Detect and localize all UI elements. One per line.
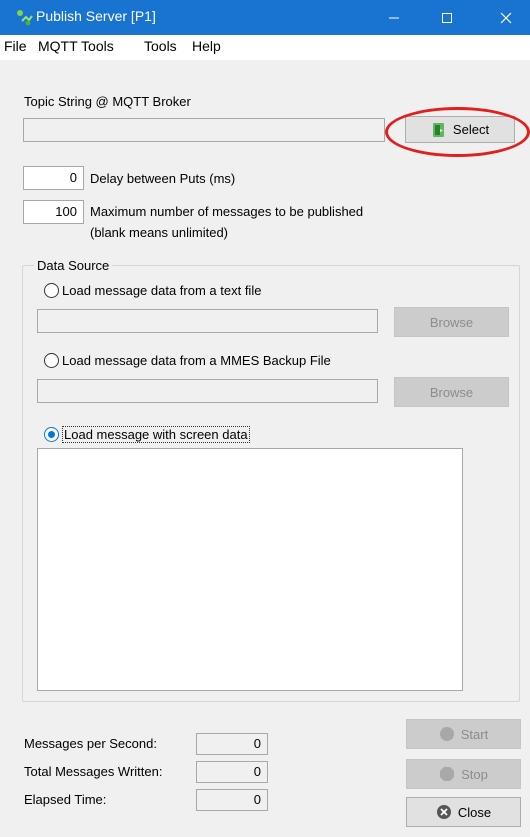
data-source-legend: Data Source (34, 258, 113, 273)
browse-text-file-button[interactable]: Browse (394, 307, 509, 337)
messages-per-second-label: Messages per Second: (24, 736, 157, 751)
minimize-button[interactable] (370, 0, 418, 35)
maximize-icon (442, 12, 452, 23)
elapsed-time-label: Elapsed Time: (24, 792, 107, 807)
stop-icon (440, 767, 455, 781)
window-title: Publish Server [P1] (36, 8, 156, 24)
menu-help[interactable]: Help (192, 38, 221, 54)
highlight-annotation (385, 107, 530, 157)
close-button-label: Close (457, 804, 492, 820)
elapsed-time-value: 0 (196, 789, 268, 811)
text-file-path-input[interactable] (37, 309, 378, 333)
backup-file-path-input[interactable] (37, 379, 378, 403)
menu-mqtt-tools[interactable]: MQTT Tools (38, 38, 114, 54)
radio-text-file[interactable] (44, 283, 59, 298)
stop-button[interactable]: Stop (406, 759, 521, 789)
menu-file[interactable]: File (4, 38, 27, 54)
radio-screen-data[interactable] (44, 427, 59, 442)
browse-text-file-label: Browse (429, 314, 474, 330)
delay-input[interactable]: 0 (23, 166, 84, 190)
close-window-icon (500, 12, 512, 23)
minimize-icon (389, 17, 399, 18)
radio-backup-file[interactable] (44, 353, 59, 368)
app-icon (16, 9, 34, 27)
menu-tools[interactable]: Tools (144, 38, 177, 54)
max-messages-input[interactable]: 100 (23, 200, 84, 224)
radio-text-file-label[interactable]: Load message data from a text file (62, 283, 261, 298)
close-window-button[interactable] (482, 0, 530, 35)
maximize-button[interactable] (423, 0, 471, 35)
close-icon (436, 805, 451, 819)
start-button-label: Start (460, 726, 489, 742)
topic-label: Topic String @ MQTT Broker (24, 94, 191, 109)
browse-backup-file-button[interactable]: Browse (394, 377, 509, 407)
screen-data-textarea[interactable] (37, 448, 463, 691)
browse-backup-file-label: Browse (429, 384, 474, 400)
start-button[interactable]: Start (406, 719, 521, 749)
stop-button-label: Stop (461, 766, 488, 782)
start-icon (439, 727, 454, 741)
radio-backup-file-label[interactable]: Load message data from a MMES Backup Fil… (62, 353, 331, 368)
messages-per-second-value: 0 (196, 733, 268, 755)
topic-input[interactable] (23, 118, 385, 142)
radio-screen-data-label[interactable]: Load message with screen data (62, 426, 250, 443)
delay-label: Delay between Puts (ms) (90, 171, 236, 186)
close-button[interactable]: Close (406, 797, 521, 827)
total-written-value: 0 (196, 761, 268, 783)
max-messages-hint: (blank means unlimited) (90, 225, 229, 240)
max-messages-label: Maximum number of messages to be publish… (90, 204, 364, 219)
total-written-label: Total Messages Written: (24, 764, 163, 779)
